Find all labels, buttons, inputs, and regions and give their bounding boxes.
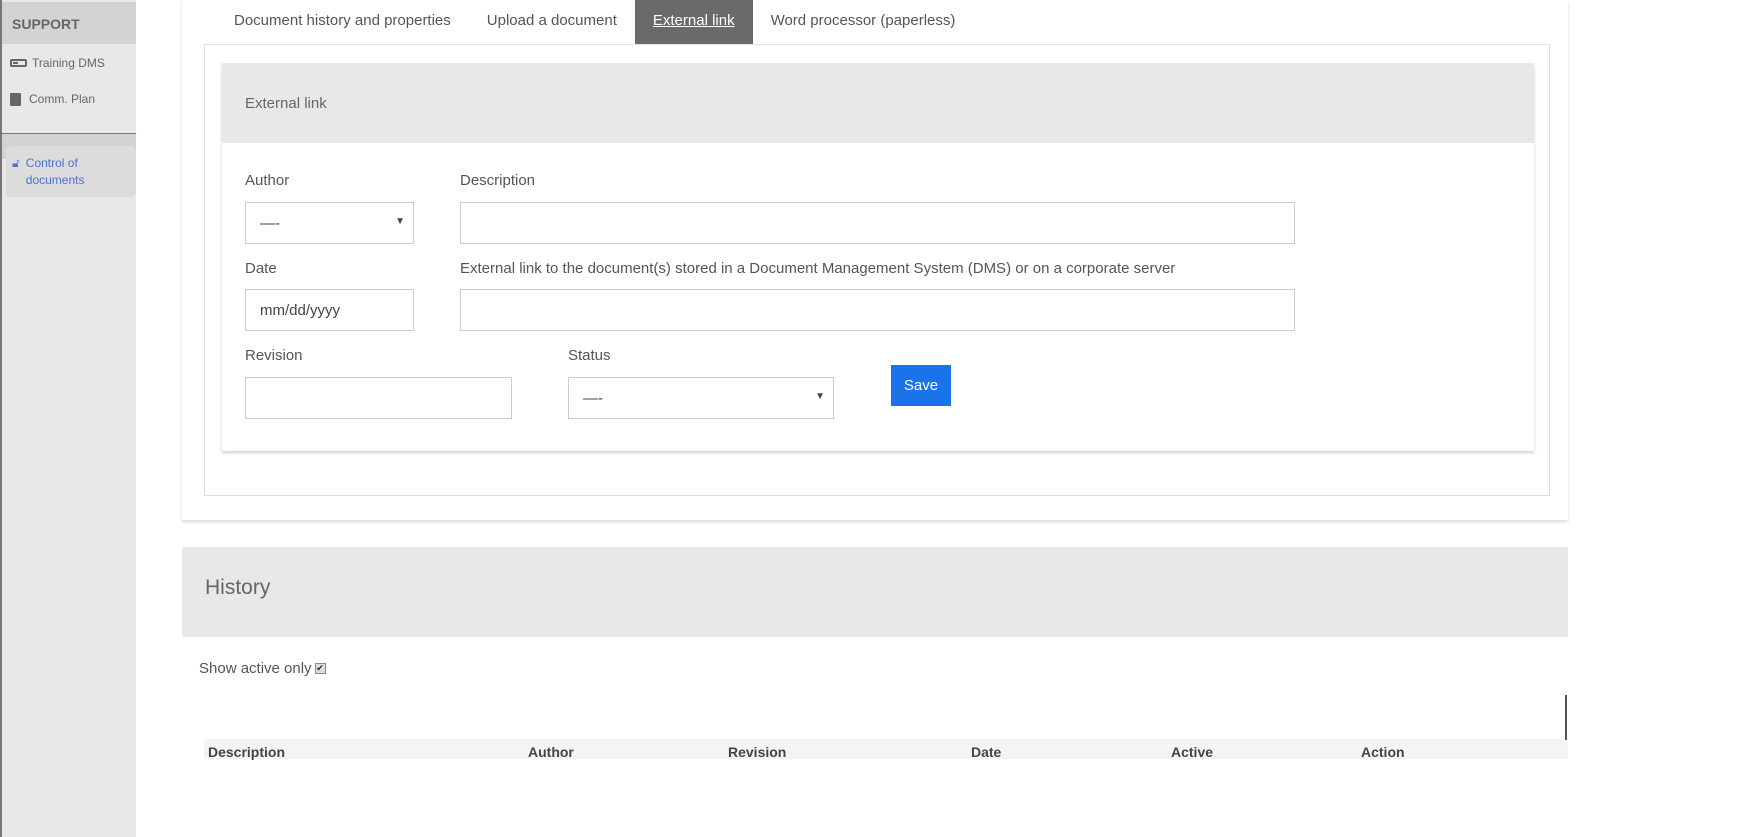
chevron-down-icon: ▼ (395, 216, 405, 227)
history-table-header: Description Author Revision Date Active … (204, 739, 1568, 760)
sidebar: SUPPORT Training DMS Comm. Plan 🔓︎ Contr… (0, 0, 136, 837)
date-input[interactable]: mm/dd/yyyy (245, 289, 414, 331)
external-link-label: External link to the document(s) stored … (460, 260, 1176, 277)
panel-title: External link (222, 63, 1534, 143)
column-active[interactable]: Active (1171, 744, 1213, 760)
status-select[interactable]: —- ▼ (568, 377, 834, 419)
save-button[interactable]: Save (891, 365, 951, 406)
tab-document-history[interactable]: Document history and properties (216, 0, 469, 44)
date-label: Date (245, 260, 277, 277)
date-placeholder: mm/dd/yyyy (260, 302, 341, 319)
author-label: Author (245, 172, 290, 189)
description-input[interactable] (460, 202, 1295, 244)
sidebar-item-training-dms[interactable]: Training DMS (10, 56, 105, 70)
sidebar-item-comm-plan[interactable]: Comm. Plan (10, 92, 95, 106)
column-author[interactable]: Author (528, 744, 574, 760)
show-active-checkbox[interactable]: ✔ (314, 663, 326, 674)
history-header: History (182, 547, 1568, 637)
revision-input[interactable] (245, 377, 512, 419)
status-value: —- (583, 390, 603, 407)
book-icon (10, 92, 21, 106)
column-date[interactable]: Date (971, 744, 1001, 760)
scrollbar[interactable] (1565, 695, 1567, 740)
tab-bar: Document history and properties Upload a… (216, 0, 973, 44)
sidebar-item-label: Control of documents (25, 156, 85, 187)
show-active-only[interactable]: Show active only ✔ (199, 660, 326, 677)
column-action[interactable]: Action (1361, 744, 1405, 760)
author-value: —- (260, 215, 280, 232)
sidebar-item-label: Comm. Plan (29, 92, 96, 106)
column-description[interactable]: Description (208, 744, 285, 760)
external-link-input[interactable] (460, 289, 1295, 331)
show-active-label: Show active only (199, 660, 312, 677)
description-label: Description (460, 172, 536, 189)
unlock-icon: 🔓︎ (12, 156, 20, 170)
tab-word-processor[interactable]: Word processor (paperless) (753, 0, 974, 44)
sidebar-item-control-of-documents[interactable]: 🔓︎ Control of documents (6, 146, 136, 197)
revision-label: Revision (245, 347, 303, 364)
battery-icon (10, 59, 27, 67)
sidebar-item-label: Training DMS (32, 56, 105, 70)
tab-external-link[interactable]: External link (634, 0, 753, 44)
column-revision[interactable]: Revision (728, 744, 786, 760)
sidebar-section-title: SUPPORT (2, 2, 136, 44)
tab-upload-document[interactable]: Upload a document (469, 0, 635, 44)
author-select[interactable]: —- ▼ (245, 202, 414, 244)
chevron-down-icon: ▼ (815, 391, 825, 402)
status-label: Status (568, 347, 611, 364)
